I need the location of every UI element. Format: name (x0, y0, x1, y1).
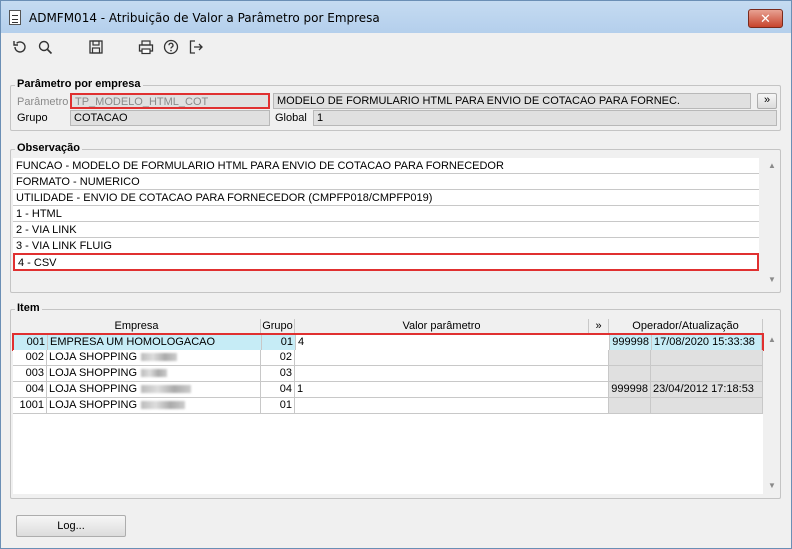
observacao-line: 2 - VIA LINK (13, 222, 759, 238)
item-scroll-down-icon[interactable]: ▼ (766, 480, 778, 492)
header-valor[interactable]: Valor parâmetro (295, 319, 589, 333)
row-grupo: 04 (261, 382, 295, 398)
parametro-input[interactable]: TP_MODELO_HTML_COT (70, 93, 270, 109)
row-valor-input[interactable] (295, 398, 609, 414)
parametro-label: Parâmetro (17, 96, 69, 108)
item-scroll-up-icon[interactable]: ▲ (766, 334, 778, 346)
header-expand-button[interactable]: » (589, 319, 609, 333)
table-row[interactable]: 002 LOJA SHOPPING 02 (13, 350, 763, 366)
document-icon (9, 10, 21, 25)
row-operador (609, 398, 651, 414)
row-code: 1001 (13, 398, 47, 414)
grupo-label: Grupo (17, 112, 48, 124)
table-row-selected[interactable]: 001 EMPRESA UM HOMOLOGACAO 01 4 999998 1… (12, 333, 764, 351)
row-code: 003 (13, 366, 47, 382)
row-empresa-name: LOJA SHOPPING (49, 399, 138, 411)
row-code: 001 (14, 335, 48, 351)
table-row[interactable]: 004 LOJA SHOPPING 04 1 999998 23/04/2012… (13, 382, 763, 398)
observacao-line-highlighted: 4 - CSV (13, 253, 759, 271)
row-data (651, 366, 763, 382)
row-operador: 999998 (609, 382, 651, 398)
row-code: 002 (13, 350, 47, 366)
param-group-legend: Parâmetro por empresa (15, 78, 143, 90)
header-empresa[interactable]: Empresa (13, 319, 261, 333)
header-operador[interactable]: Operador/Atualização (609, 319, 763, 333)
row-data: 23/04/2012 17:18:53 (651, 382, 763, 398)
row-operador (609, 350, 651, 366)
row-empresa-name: LOJA SHOPPING (49, 367, 138, 379)
row-grupo: 02 (261, 350, 295, 366)
observacao-line: 1 - HTML (13, 206, 759, 222)
observacao-group: Observação FUNCAO - MODELO DE FORMULARIO… (10, 142, 781, 293)
table-row[interactable]: 1001 LOJA SHOPPING 01 (13, 398, 763, 414)
row-valor-input[interactable]: 1 (295, 382, 609, 398)
save-icon[interactable] (87, 38, 105, 56)
search-icon[interactable] (36, 38, 54, 56)
redacted-text (141, 353, 178, 362)
row-data (651, 350, 763, 366)
global-label: Global (275, 112, 307, 124)
help-icon[interactable] (162, 38, 180, 56)
row-data (651, 398, 763, 414)
table-empty-area (13, 414, 763, 494)
parametro-descricao-field: MODELO DE FORMULARIO HTML PARA ENVIO DE … (273, 93, 751, 109)
row-valor-input[interactable] (295, 366, 609, 382)
observacao-scroll-up-icon[interactable]: ▲ (766, 160, 778, 172)
print-icon[interactable] (137, 38, 155, 56)
refresh-icon[interactable] (11, 38, 29, 56)
grupo-field: COTACAO (70, 110, 270, 126)
header-grupo[interactable]: Grupo (261, 319, 295, 333)
close-button[interactable]: ✕ (748, 9, 783, 28)
param-expand-button[interactable]: » (757, 93, 777, 109)
observacao-line: 3 - VIA LINK FLUIG (13, 238, 759, 254)
global-field: 1 (313, 110, 777, 126)
row-operador (609, 366, 651, 382)
item-group: Item Empresa Grupo Valor parâmetro » Ope… (10, 302, 781, 499)
observacao-line: UTILIDADE - ENVIO DE COTACAO PARA FORNEC… (13, 190, 759, 206)
row-grupo: 01 (261, 398, 295, 414)
observacao-legend: Observação (15, 142, 82, 154)
row-valor-input[interactable]: 4 (296, 335, 610, 351)
table-row[interactable]: 003 LOJA SHOPPING 03 (13, 366, 763, 382)
row-code: 004 (13, 382, 47, 398)
row-grupo: 01 (262, 335, 296, 351)
redacted-text (141, 385, 192, 394)
row-empresa-name: LOJA SHOPPING (49, 383, 138, 395)
row-valor-input[interactable] (295, 350, 609, 366)
item-legend: Item (15, 302, 42, 314)
param-group: Parâmetro por empresa Parâmetro TP_MODEL… (10, 78, 781, 131)
observacao-scroll-down-icon[interactable]: ▼ (766, 274, 778, 286)
row-empresa-name: EMPRESA UM HOMOLOGACAO (48, 335, 262, 351)
title-bar[interactable]: ADMFM014 - Atribuição de Valor a Parâmet… (1, 1, 791, 33)
window-title: ADMFM014 - Atribuição de Valor a Parâmet… (29, 11, 380, 25)
observacao-line: FUNCAO - MODELO DE FORMULARIO HTML PARA … (13, 158, 759, 174)
row-data: 17/08/2020 15:33:38 (652, 335, 762, 351)
redacted-text (141, 401, 186, 410)
observacao-line: FORMATO - NUMERICO (13, 174, 759, 190)
main-window: ADMFM014 - Atribuição de Valor a Parâmet… (0, 0, 792, 549)
row-grupo: 03 (261, 366, 295, 382)
exit-icon[interactable] (187, 38, 205, 56)
row-operador: 999998 (610, 335, 652, 351)
redacted-text (141, 369, 168, 378)
log-button[interactable]: Log... (16, 515, 126, 537)
row-empresa-name: LOJA SHOPPING (49, 351, 138, 363)
